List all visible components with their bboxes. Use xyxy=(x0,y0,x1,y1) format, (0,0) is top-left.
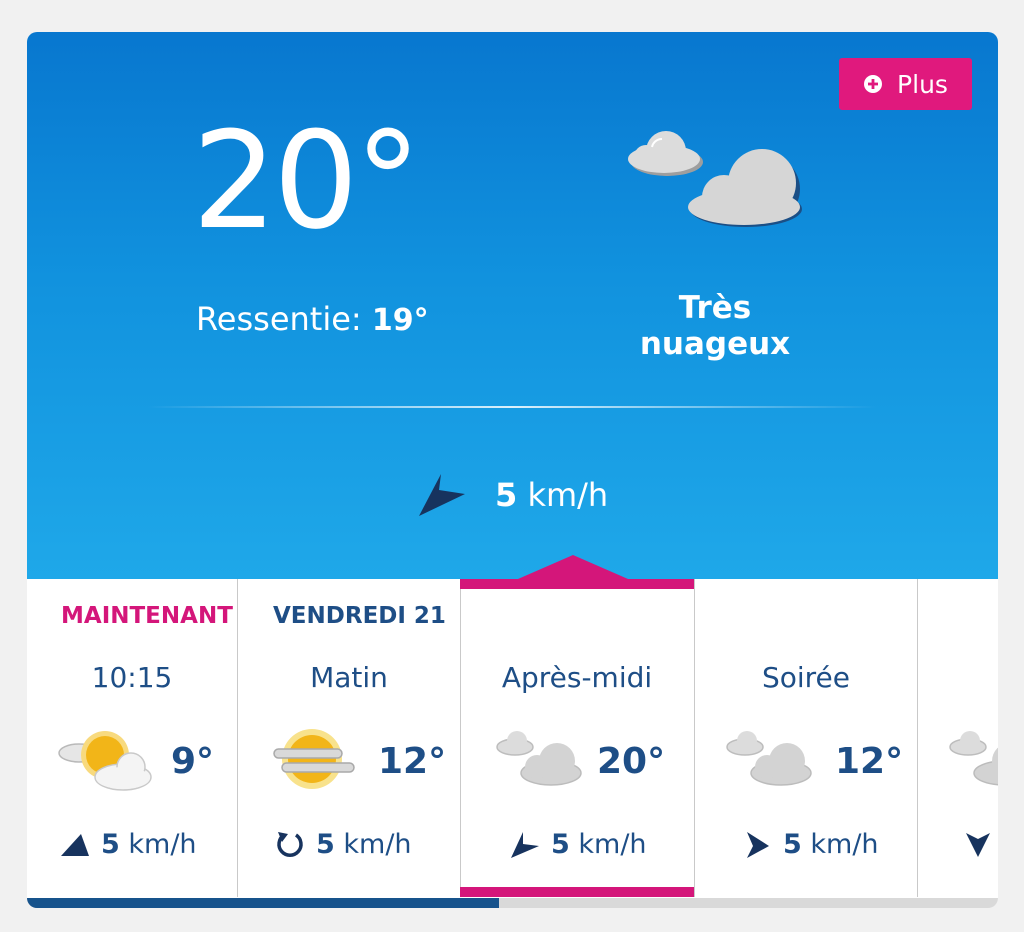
slot-wind-unit: km/h xyxy=(578,829,647,860)
more-button-label: Plus xyxy=(897,69,948,99)
slot-temperature: 20° xyxy=(597,741,666,782)
plus-circle-icon xyxy=(864,75,883,93)
current-weather-panel: Plus 20° Ressentie: 19° Très nuageux 5 k… xyxy=(27,32,998,579)
cloud-icon xyxy=(496,731,582,786)
slot-wind-speed: 5 xyxy=(316,829,335,860)
slot-temperature: 9° xyxy=(171,741,215,782)
active-slot-pointer xyxy=(518,555,628,579)
slot-day-label: MAINTENANT xyxy=(61,603,233,629)
current-wind: 5 km/h xyxy=(417,472,608,518)
slot-time: 10:15 xyxy=(91,661,173,694)
feels-like-label: Ressentie: xyxy=(196,300,362,338)
wind-arrow-icon xyxy=(61,833,89,856)
slot-wind-speed: 5 xyxy=(101,829,120,860)
cloud-icon xyxy=(628,131,802,227)
forecast-strip: MAINTENANT 10:15 9° 5 km/h VENDREDI 21 M… xyxy=(27,579,998,901)
wind-arrow-icon xyxy=(966,833,990,857)
slot-time: Soirée xyxy=(761,661,851,694)
active-slot-top-bar xyxy=(460,579,694,589)
forecast-slot-evening[interactable]: Soirée 12° 5 km/h xyxy=(695,579,917,897)
weather-card: Plus 20° Ressentie: 19° Très nuageux 5 k… xyxy=(27,32,998,908)
haze-sun-icon xyxy=(273,729,355,789)
active-slot-bottom-bar xyxy=(460,887,694,897)
feels-like-value: 19° xyxy=(371,303,429,338)
slot-wind xyxy=(962,829,994,859)
slot-wind-unit: km/h xyxy=(343,829,412,860)
wind-arrow-icon xyxy=(511,831,539,858)
slot-wind: 5 km/h xyxy=(741,829,879,860)
slot-time: Après-midi xyxy=(501,661,653,694)
current-temperature: 20° xyxy=(192,103,422,259)
scrollbar-thumb[interactable] xyxy=(27,898,499,908)
slot-wind: 5 km/h xyxy=(59,829,197,860)
sun-cloud-icon xyxy=(58,731,152,791)
slot-temperature: 12° xyxy=(378,741,447,782)
forecast-slot-now[interactable]: MAINTENANT 10:15 9° 5 km/h xyxy=(27,579,237,897)
wind-arrow-icon xyxy=(419,474,465,516)
slot-wind: 5 km/h xyxy=(509,829,647,860)
weather-condition: Très nuageux xyxy=(639,290,791,362)
slot-time: Matin xyxy=(310,661,388,694)
more-button[interactable]: Plus xyxy=(839,58,972,110)
current-wind-unit: km/h xyxy=(527,476,609,514)
slot-temperature: 12° xyxy=(835,741,904,782)
slot-wind-unit: km/h xyxy=(810,829,879,860)
slot-wind: 5 km/h xyxy=(274,829,412,860)
cloud-icon xyxy=(726,731,812,786)
forecast-slot-morning[interactable]: VENDREDI 21 Matin 12° 5 km/h xyxy=(238,579,460,897)
variable-wind-icon xyxy=(277,831,303,857)
current-wind-speed: 5 xyxy=(495,476,518,514)
wind-arrow-icon xyxy=(747,831,769,858)
forecast-slot-afternoon[interactable]: Après-midi 20° 5 km/h xyxy=(461,579,693,897)
slot-wind-speed: 5 xyxy=(783,829,802,860)
feels-like: Ressentie: 19° xyxy=(196,300,429,338)
divider-line xyxy=(147,406,877,408)
slot-wind-speed: 5 xyxy=(551,829,570,860)
forecast-slot-next[interactable] xyxy=(918,579,998,897)
cloud-icon xyxy=(949,731,998,786)
slot-wind-unit: km/h xyxy=(128,829,197,860)
slot-day-label: VENDREDI 21 xyxy=(273,603,446,629)
